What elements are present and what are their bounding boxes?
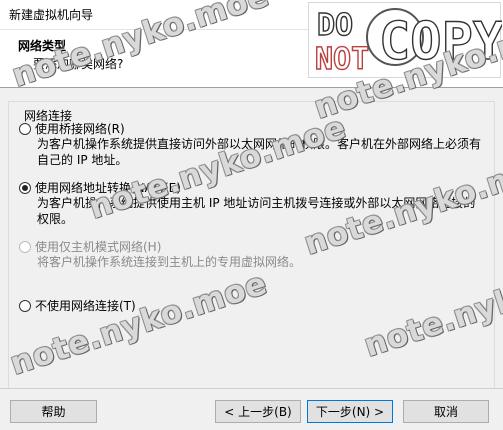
radio-button[interactable]: [19, 299, 31, 312]
do-not-copy-logo: DO NOT COPY: [308, 2, 502, 78]
radio-label: 使用网络地址转换(NAT)(E): [35, 181, 181, 195]
radio-button: [19, 240, 31, 253]
wizard-body: 网络连接 使用桥接网络(R) 为客户机操作系统提供直接访问外部以太网网络的权限。…: [0, 88, 503, 417]
radio-no-network[interactable]: 不使用网络连接(T): [19, 297, 136, 314]
window-title: 新建虚拟机向导: [9, 8, 94, 22]
page-subtitle: 要添加哪类网络?: [33, 57, 124, 71]
back-button[interactable]: < 上一步(B): [215, 400, 301, 423]
logo-text-not: NOT: [315, 42, 369, 77]
do-not-copy-logo-graphic: DO NOT COPY: [314, 7, 502, 77]
bridged-description: 为客户机操作系统提供直接访问外部以太网网络的权限。客户机在外部网络上必须有自己的…: [37, 137, 482, 167]
next-button[interactable]: 下一步(N) >: [307, 400, 393, 423]
radio-label: 使用仅主机模式网络(H): [35, 240, 162, 254]
host-only-description: 将客户机操作系统连接到主机上的专用虚拟网络。: [37, 255, 302, 269]
radio-nat[interactable]: 使用网络地址转换(NAT)(E): [19, 179, 181, 196]
radio-bridged[interactable]: 使用桥接网络(R): [19, 120, 125, 137]
wizard-footer: 帮助 < 上一步(B) 下一步(N) > 取消: [0, 388, 503, 430]
logo-text-do: DO: [317, 8, 353, 43]
help-button[interactable]: 帮助: [10, 400, 97, 423]
cancel-button[interactable]: 取消: [403, 400, 489, 423]
radio-host-only: 使用仅主机模式网络(H): [19, 238, 161, 255]
nat-description: 为客户机操作系统提供使用主机 IP 地址访问主机拨号连接或外部以太网网络连接的权…: [37, 196, 476, 226]
radio-button[interactable]: [19, 181, 31, 194]
radio-label: 不使用网络连接(T): [35, 299, 136, 313]
logo-text-copy: COPY: [379, 12, 502, 72]
radio-label: 使用桥接网络(R): [35, 122, 125, 136]
page-title: 网络类型: [18, 39, 67, 53]
radio-button[interactable]: [19, 122, 31, 135]
